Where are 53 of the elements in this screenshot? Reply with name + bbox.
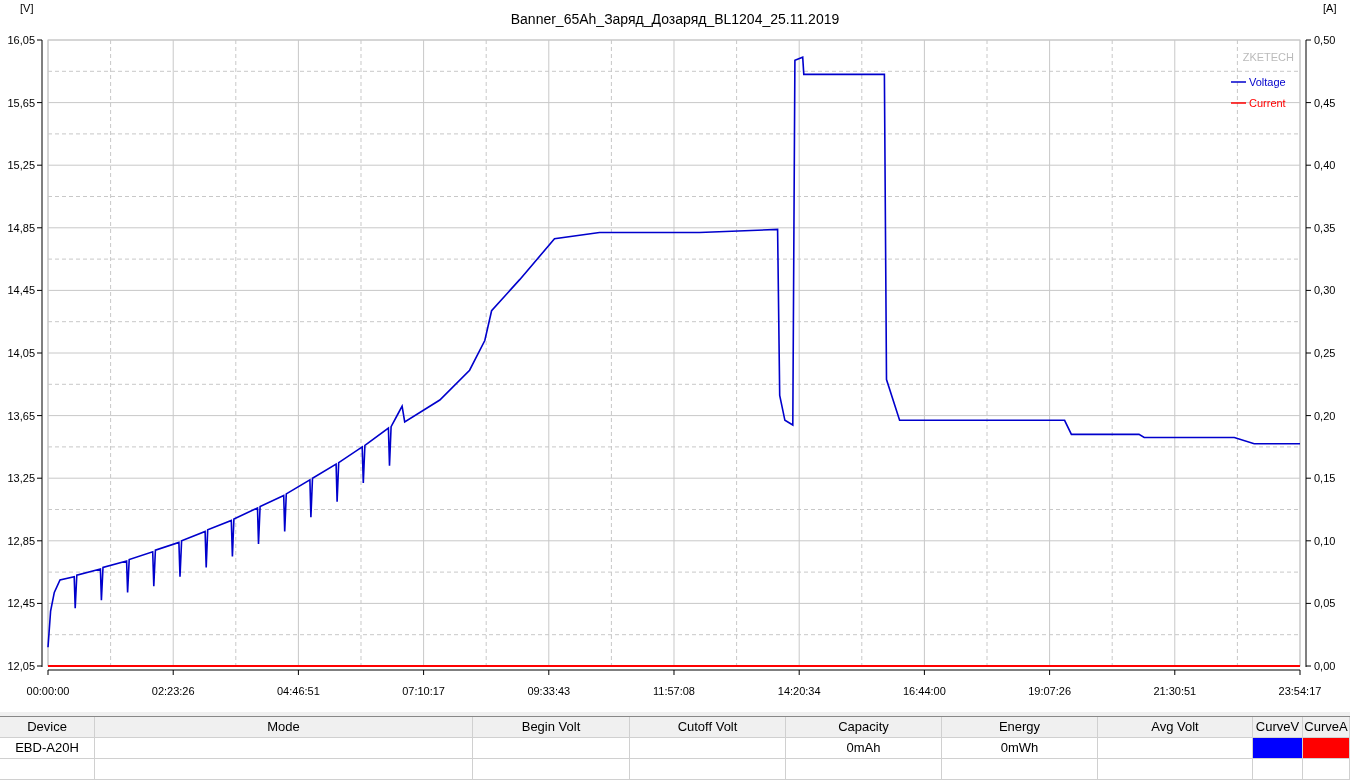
axis-tick-label: 0,50 [1314, 34, 1336, 46]
axis-tick-label: 21:30:51 [1153, 685, 1197, 697]
axis-tick-label: 0,15 [1314, 472, 1336, 485]
axis-tick-label: 0,45 [1314, 96, 1336, 109]
axis-tick-label: 14,05 [7, 347, 35, 359]
axis-tick-label: 15,25 [7, 159, 35, 172]
legend-label: Current [1249, 97, 1286, 109]
column-header: Capacity [786, 717, 942, 737]
axis-tick-label: 16,05 [7, 34, 35, 46]
axis-tick-label: 14:20:34 [777, 685, 821, 697]
axis-tick-label: 16:44:00 [903, 685, 946, 697]
column-header: CurveA [1303, 717, 1350, 737]
axis-tick-label: 12,45 [7, 597, 35, 610]
axis-tick-label: 09:33:43 [527, 685, 571, 697]
axis-tick-label: 0,05 [1314, 597, 1336, 610]
axis-tick-label: 0,20 [1314, 409, 1336, 422]
column-header: Device [0, 717, 95, 737]
table-cell: EBD-A20H [0, 738, 95, 758]
axis-tick-label: 13,25 [7, 472, 35, 485]
axis-tick-label: 04:46:51 [277, 685, 320, 697]
table-cell: 0mAh [786, 738, 942, 758]
column-header: Mode [95, 717, 473, 737]
legend-line-icon [1230, 81, 1247, 83]
axis-tick-label: 11:57:08 [653, 685, 695, 697]
axis-tick-label: 0,00 [1314, 660, 1336, 672]
column-header: Begin Volt [473, 717, 630, 737]
axis-tick-label: 12,05 [7, 660, 35, 672]
column-header: CurveV [1253, 717, 1303, 737]
axis-tick-label: 12,85 [7, 534, 35, 547]
chart-title: Banner_65Ah_Заряд_Дозаряд_BL1204_25.11.2019 [510, 11, 840, 27]
axis-tick-label: 0,40 [1314, 159, 1336, 172]
axis-tick-label: 00:00:00 [26, 685, 70, 697]
axis-tick-label: 07:10:17 [402, 685, 445, 697]
column-header: Energy [942, 717, 1098, 737]
axis-tick-label: 23:54:17 [1278, 685, 1322, 697]
axis-tick-label: 14,45 [7, 284, 35, 297]
axis-tick-label: 0,35 [1314, 221, 1336, 234]
legend-label: Voltage [1249, 76, 1286, 88]
axis-tick-label: 15,65 [7, 96, 35, 109]
axis-tick-label: 13,65 [7, 409, 35, 422]
table-cell: 0mWh [942, 738, 1098, 758]
axis-tick-label: 02:23:26 [151, 685, 195, 697]
current-unit-label: [A] [1323, 2, 1337, 14]
axis-tick-label: 19:07:26 [1028, 685, 1071, 697]
column-header: Avg Volt [1098, 717, 1253, 737]
axis-tick-label: 0,25 [1314, 347, 1336, 359]
legend-line-icon [1230, 102, 1247, 104]
brand-watermark-label: ZKETECH [1242, 51, 1294, 63]
column-header: Cutoff Volt [630, 717, 786, 737]
axis-tick-label: 0,10 [1314, 534, 1336, 547]
axis-tick-label: 14,85 [7, 221, 35, 234]
axis-tick-label: 0,30 [1314, 284, 1336, 297]
voltage-unit-label: [V] [20, 2, 34, 14]
